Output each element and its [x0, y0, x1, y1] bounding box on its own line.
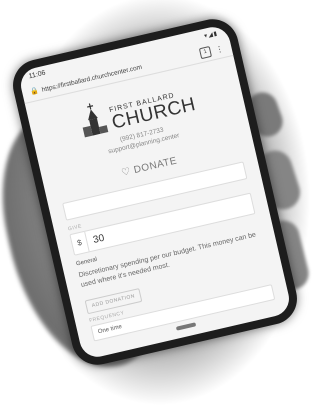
menu-icon[interactable]: ⋮	[215, 44, 225, 55]
page-content: FIRST BALLARD CHURCH (992) 817-2733 supp…	[25, 56, 291, 352]
donate-title: DONATE	[132, 155, 179, 177]
amount-value[interactable]: 30	[86, 232, 105, 247]
heart-icon: ♡	[120, 166, 133, 180]
tab-count-button[interactable]: 1	[198, 45, 212, 59]
signal-battery-icon: ▾◢▮	[203, 30, 219, 40]
lock-icon: 🔒	[29, 87, 40, 97]
church-steeple-icon	[82, 103, 109, 138]
status-time: 11:06	[27, 69, 47, 80]
